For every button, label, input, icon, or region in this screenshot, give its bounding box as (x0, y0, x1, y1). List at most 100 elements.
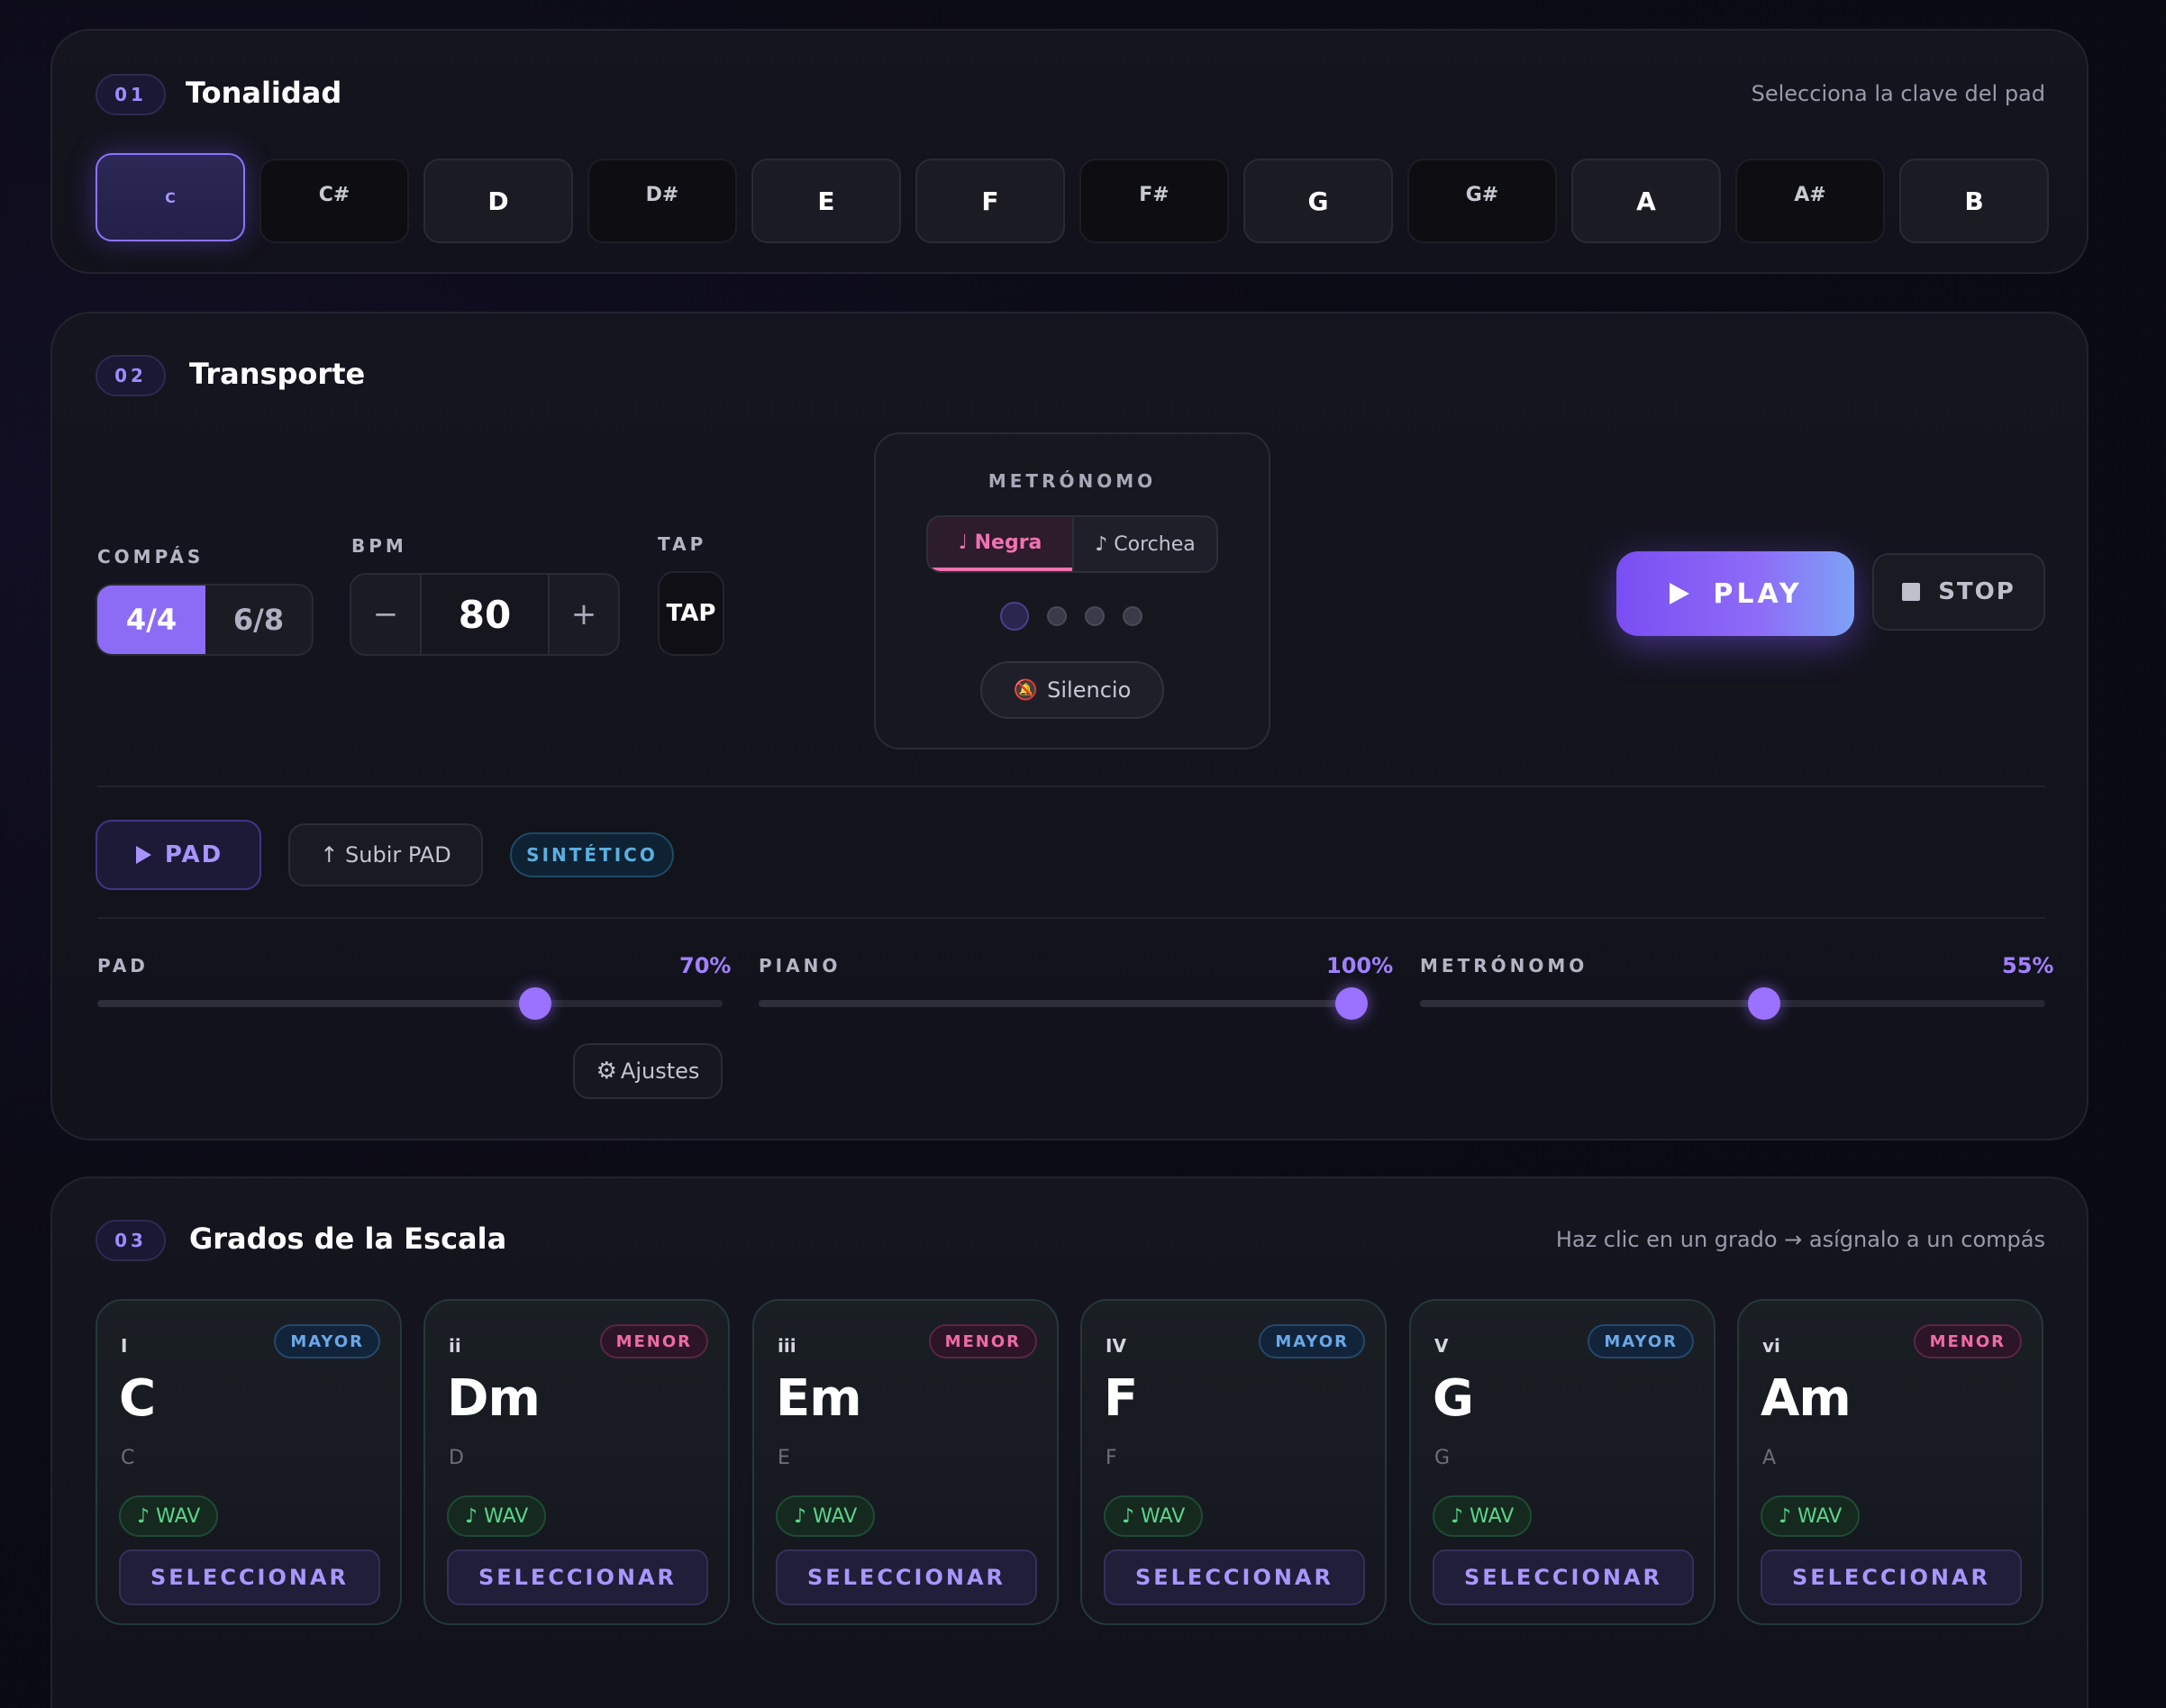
slider-thumb[interactable] (1747, 987, 1780, 1020)
settings-button[interactable]: ⚙ Ajustes (573, 1043, 723, 1099)
degree-roman-numeral: I (121, 1335, 128, 1357)
degree-roman-numeral: V (1434, 1335, 1449, 1357)
key-button-b[interactable]: B (1899, 159, 2049, 243)
wav-badge[interactable]: ♪ WAV (1433, 1495, 1533, 1537)
tonalidad-panel: 01 Tonalidad Selecciona la clave del pad… (50, 29, 2089, 274)
compas-option-6-8[interactable]: 6/8 (205, 586, 312, 654)
key-button-g-sharp[interactable]: G# (1407, 159, 1557, 243)
upload-pad-button[interactable]: ↑ Subir PAD (288, 823, 483, 886)
wav-badge[interactable]: ♪ WAV (776, 1495, 876, 1537)
degree-roman-numeral: iii (778, 1335, 796, 1357)
pad-volume-label: PAD (97, 955, 149, 977)
chord-quality-badge: MENOR (1913, 1324, 2022, 1358)
stop-button[interactable]: STOP (1872, 553, 2045, 631)
degree-card[interactable]: V MAYOR G G ♪ WAV SELECCIONAR (1409, 1299, 1716, 1625)
select-degree-button[interactable]: SELECCIONAR (119, 1549, 380, 1605)
transporte-panel: 02 Transporte COMPÁS 4/4 6/8 BPM − 80 + … (50, 312, 2089, 1140)
wav-badge[interactable]: ♪ WAV (447, 1495, 547, 1537)
key-button-a-sharp[interactable]: A# (1735, 159, 1885, 243)
key-button-c-sharp[interactable]: C# (259, 159, 409, 243)
select-degree-button[interactable]: SELECCIONAR (1433, 1549, 1694, 1605)
degree-roman-numeral: ii (449, 1335, 461, 1357)
tap-button[interactable]: TAP (658, 571, 724, 656)
chord-root: A (1762, 1447, 1777, 1469)
select-degree-button[interactable]: SELECCIONAR (447, 1549, 708, 1605)
beat-indicator-2 (1047, 606, 1067, 626)
beat-indicator-3 (1085, 606, 1105, 626)
pad-toggle-button[interactable]: PAD (96, 820, 261, 890)
key-button-g[interactable]: G (1243, 159, 1393, 243)
pad-label: PAD (164, 841, 223, 868)
metronome-volume-value: 55% (2002, 953, 2054, 978)
chord-root: D (449, 1447, 464, 1469)
bpm-value[interactable]: 80 (422, 575, 548, 654)
mute-bell-icon: 🔕 (1013, 678, 1039, 702)
piano-volume-value: 100% (1326, 953, 1394, 978)
section-title: Transporte (189, 357, 366, 391)
pad-volume-value: 70% (679, 953, 732, 978)
chord-root: F (1106, 1447, 1117, 1469)
select-degree-button[interactable]: SELECCIONAR (1104, 1549, 1365, 1605)
piano-volume-label: PIANO (759, 955, 842, 977)
key-button-c[interactable]: C (96, 153, 245, 241)
stop-label: STOP (1938, 578, 2016, 605)
gear-icon: ⚙ (596, 1058, 617, 1085)
chord-quality-badge: MAYOR (1588, 1324, 1694, 1358)
degree-card[interactable]: I MAYOR C C ♪ WAV SELECCIONAR (96, 1299, 402, 1625)
chord-root: E (778, 1447, 790, 1469)
key-button-a[interactable]: A (1571, 159, 1721, 243)
degree-card[interactable]: vi MENOR Am A ♪ WAV SELECCIONAR (1737, 1299, 2043, 1625)
chord-quality-badge: MENOR (599, 1324, 708, 1358)
metronome-subdivision-selector: ♩ Negra ♪ Corchea (926, 515, 1218, 573)
play-icon (1670, 583, 1690, 604)
play-button[interactable]: PLAY (1616, 551, 1854, 636)
degree-card[interactable]: ii MENOR Dm D ♪ WAV SELECCIONAR (423, 1299, 730, 1625)
metronome-volume-label: METRÓNOMO (1420, 955, 1588, 977)
synth-badge: SINTÉTICO (510, 832, 674, 877)
subdivision-option-corchea[interactable]: ♪ Corchea (1072, 517, 1216, 571)
chord-quality-badge: MAYOR (274, 1324, 380, 1358)
key-button-f-sharp[interactable]: F# (1079, 159, 1229, 243)
chord-name: F (1104, 1369, 1138, 1428)
compas-selector: 4/4 6/8 (96, 584, 314, 656)
slider-thumb[interactable] (518, 987, 551, 1020)
wav-badge[interactable]: ♪ WAV (119, 1495, 219, 1537)
select-degree-button[interactable]: SELECCIONAR (776, 1549, 1037, 1605)
section-title: Tonalidad (186, 76, 342, 110)
bpm-decrement-button[interactable]: − (351, 575, 422, 654)
compas-option-4-4[interactable]: 4/4 (97, 586, 205, 654)
slider-fill (759, 1000, 1351, 1007)
slider-thumb[interactable] (1335, 987, 1368, 1020)
wav-badge[interactable]: ♪ WAV (1104, 1495, 1204, 1537)
play-icon (135, 846, 151, 864)
select-degree-button[interactable]: SELECCIONAR (1761, 1549, 2022, 1605)
section-number-badge: 01 (96, 74, 166, 115)
pad-volume-slider[interactable] (97, 987, 723, 1020)
metronome-box: METRÓNOMO ♩ Negra ♪ Corchea 🔕 Silencio (874, 432, 1270, 750)
bpm-label: BPM (351, 535, 407, 557)
piano-volume-slider[interactable] (759, 987, 1368, 1020)
section-hint: Haz clic en un grado → asígnalo a un com… (1555, 1227, 2045, 1252)
key-button-e[interactable]: E (751, 159, 901, 243)
subdivision-option-negra[interactable]: ♩ Negra (928, 517, 1072, 571)
play-label: PLAY (1713, 577, 1803, 610)
key-button-f[interactable]: F (915, 159, 1065, 243)
beat-indicator-1 (1000, 602, 1029, 631)
key-button-d-sharp[interactable]: D# (587, 159, 737, 243)
silence-label: Silencio (1047, 677, 1132, 703)
bpm-increment-button[interactable]: + (548, 575, 618, 654)
degree-card[interactable]: iii MENOR Em E ♪ WAV SELECCIONAR (752, 1299, 1059, 1625)
metronome-volume-slider[interactable] (1420, 987, 2045, 1020)
tap-label: TAP (658, 533, 707, 555)
degree-roman-numeral: vi (1762, 1335, 1780, 1357)
degree-card[interactable]: IV MAYOR F F ♪ WAV SELECCIONAR (1080, 1299, 1387, 1625)
settings-label: Ajustes (620, 1058, 700, 1084)
chord-name: Am (1761, 1369, 1852, 1428)
slider-fill (97, 1000, 535, 1007)
chord-name: C (119, 1369, 156, 1428)
slider-fill (1420, 1000, 1764, 1007)
beat-indicator-4 (1123, 606, 1142, 626)
silence-button[interactable]: 🔕 Silencio (980, 661, 1164, 719)
key-button-d[interactable]: D (423, 159, 573, 243)
wav-badge[interactable]: ♪ WAV (1761, 1495, 1861, 1537)
